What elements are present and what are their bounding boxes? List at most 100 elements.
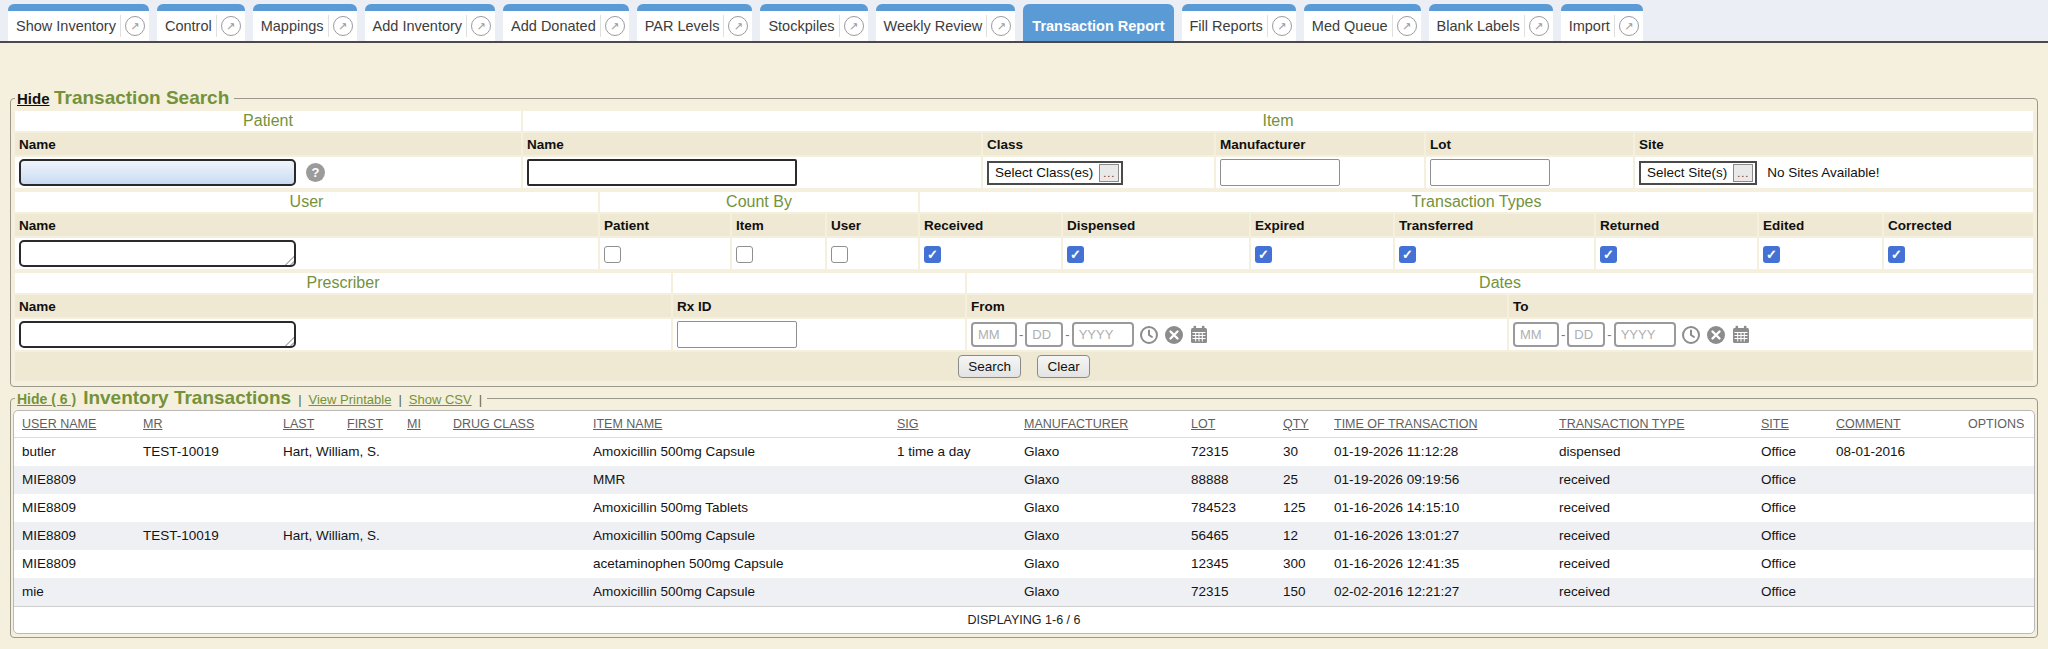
lot-input[interactable] [1430, 159, 1550, 186]
external-link-icon[interactable]: ↗ [1272, 16, 1292, 36]
tab-blank-labels[interactable]: Blank Labels↗ [1429, 4, 1553, 41]
patient-name-input[interactable] [19, 159, 296, 186]
site-picker-button[interactable]: ... [1733, 164, 1753, 182]
external-link-icon[interactable]: ↗ [1619, 16, 1639, 36]
table-cell [1828, 578, 1960, 607]
clock-icon[interactable] [1139, 325, 1159, 345]
tab-weekly-review[interactable]: Weekly Review↗ [876, 4, 1016, 41]
clock-icon[interactable] [1681, 325, 1701, 345]
clear-date-icon[interactable] [1164, 325, 1184, 345]
column-header-transaction-type[interactable]: TRANSACTION TYPE [1559, 417, 1684, 431]
calendar-icon[interactable] [1731, 325, 1751, 345]
external-link-icon[interactable]: ↗ [605, 16, 625, 36]
column-header-qty[interactable]: QTY [1283, 417, 1309, 431]
tab-import[interactable]: Import↗ [1561, 4, 1643, 41]
site-select[interactable]: Select Site(s) ... [1639, 161, 1757, 185]
column-header-drug-class[interactable]: DRUG CLASS [453, 417, 534, 431]
external-link-icon[interactable]: ↗ [1397, 16, 1417, 36]
from-month-input[interactable]: MM [971, 322, 1017, 347]
type-returned-checkbox[interactable] [1600, 246, 1617, 263]
table-cell: 01-19-2026 09:19:56 [1326, 466, 1551, 494]
hide-search-link[interactable]: Hide [17, 90, 50, 107]
external-link-icon[interactable]: ↗ [333, 16, 353, 36]
calendar-icon[interactable] [1189, 325, 1209, 345]
table-cell: 25 [1275, 466, 1326, 494]
item-name-input[interactable] [527, 159, 797, 186]
search-button[interactable]: Search [958, 355, 1021, 378]
tab-stockpiles[interactable]: Stockpiles↗ [760, 4, 867, 41]
tab-show-inventory[interactable]: Show Inventory↗ [8, 4, 149, 41]
type-received-checkbox[interactable] [924, 246, 941, 263]
tab-control[interactable]: Control↗ [157, 4, 245, 41]
type-dispensed-checkbox[interactable] [1067, 246, 1084, 263]
external-link-icon[interactable]: ↗ [221, 16, 241, 36]
type-corrected-checkbox[interactable] [1888, 246, 1905, 263]
column-header-cell: FIRST [339, 411, 399, 438]
clear-date-icon[interactable] [1706, 325, 1726, 345]
column-header-last[interactable]: LAST [283, 417, 314, 431]
prescriber-name-input[interactable] [19, 321, 296, 348]
column-header-time-of-transaction[interactable]: TIME OF TRANSACTION [1334, 417, 1478, 431]
user-section-header: User [15, 192, 598, 212]
column-header-comment[interactable]: COMMENT [1836, 417, 1901, 431]
tab-divider [600, 15, 601, 37]
type-expired-checkbox[interactable] [1255, 246, 1272, 263]
column-header-mr[interactable]: MR [143, 417, 162, 431]
tab-par-levels[interactable]: PAR Levels↗ [637, 4, 753, 41]
external-link-icon[interactable]: ↗ [1529, 16, 1549, 36]
external-link-icon[interactable]: ↗ [125, 16, 145, 36]
countby-patient-checkbox[interactable] [604, 246, 621, 263]
separator: | [298, 392, 301, 407]
tab-transaction-report[interactable]: Transaction Report [1023, 4, 1173, 41]
table-row: MIE8809MMRGlaxo888882501-19-2026 09:19:5… [14, 466, 2034, 494]
column-header-item-name[interactable]: ITEM NAME [593, 417, 662, 431]
user-name-input[interactable] [19, 240, 296, 267]
type-edited-checkbox[interactable] [1763, 246, 1780, 263]
from-day-input[interactable]: DD [1025, 322, 1063, 347]
to-month-input[interactable]: MM [1513, 322, 1559, 347]
clear-button[interactable]: Clear [1037, 355, 1089, 378]
to-day-input[interactable]: DD [1567, 322, 1605, 347]
tab-mappings[interactable]: Mappings↗ [253, 4, 357, 41]
table-cell [445, 438, 585, 467]
class-select[interactable]: Select Class(es) ... [987, 161, 1123, 185]
table-cell: TEST-10019 [135, 522, 275, 550]
external-link-icon[interactable]: ↗ [471, 16, 491, 36]
tab-fill-reports[interactable]: Fill Reports↗ [1182, 4, 1296, 41]
patient-section-header: Patient [15, 111, 521, 131]
tab-body: Import↗ [1561, 11, 1643, 41]
column-header-first[interactable]: FIRST [347, 417, 383, 431]
external-link-icon[interactable]: ↗ [844, 16, 864, 36]
rxid-input[interactable] [677, 321, 797, 348]
column-header-sig[interactable]: SIG [897, 417, 919, 431]
column-header-manufacturer[interactable]: MANUFACTURER [1024, 417, 1128, 431]
class-select-value: Select Class(es) [995, 165, 1093, 180]
class-picker-button[interactable]: ... [1099, 164, 1119, 182]
manufacturer-input[interactable] [1220, 159, 1340, 186]
tab-body: Fill Reports↗ [1182, 11, 1296, 41]
table-cell [135, 466, 275, 494]
tab-med-queue[interactable]: Med Queue↗ [1304, 4, 1421, 41]
to-year-input[interactable]: YYYY [1614, 322, 1676, 347]
column-header-site[interactable]: SITE [1761, 417, 1789, 431]
from-year-input[interactable]: YYYY [1072, 322, 1134, 347]
show-csv-link[interactable]: Show CSV [409, 392, 472, 407]
countby-user-checkbox[interactable] [831, 246, 848, 263]
column-header-mi[interactable]: MI [407, 417, 421, 431]
date-to-label: To [1509, 295, 2033, 317]
column-header-lot[interactable]: LOT [1191, 417, 1215, 431]
hide-results-link[interactable]: Hide ( 6 ) [17, 391, 76, 407]
external-link-icon[interactable]: ↗ [991, 16, 1011, 36]
countby-item-checkbox[interactable] [736, 246, 753, 263]
column-header-user-name[interactable]: USER NAME [22, 417, 96, 431]
view-printable-link[interactable]: View Printable [309, 392, 392, 407]
no-sites-note: No Sites Available! [1767, 165, 1879, 180]
tab-label: Add Inventory [373, 18, 462, 34]
tab-divider [1392, 15, 1393, 37]
help-icon[interactable]: ? [306, 163, 325, 182]
type-transferred-checkbox[interactable] [1399, 246, 1416, 263]
tab-add-inventory[interactable]: Add Inventory ↗ [365, 4, 495, 41]
type-dispensed-label: Dispensed [1063, 214, 1249, 236]
tab-add-donated[interactable]: Add Donated↗ [503, 4, 629, 41]
external-link-icon[interactable]: ↗ [728, 16, 748, 36]
